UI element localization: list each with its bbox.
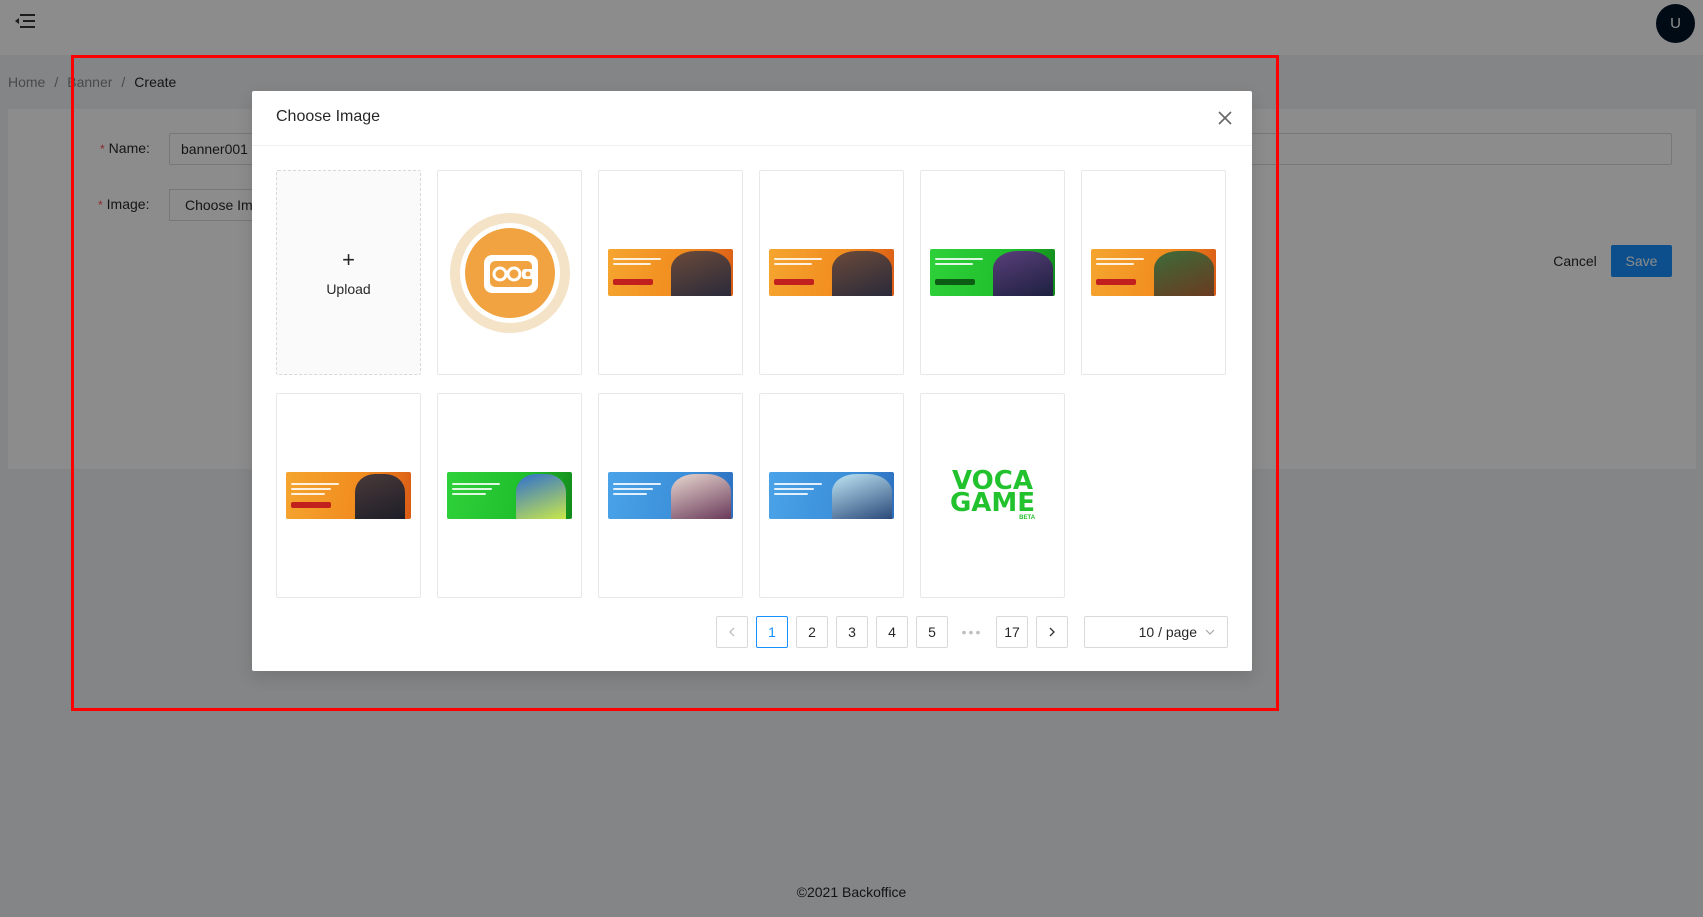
page-4-button[interactable]: 4 xyxy=(876,616,908,648)
modal-header: Choose Image xyxy=(252,91,1252,146)
image-card[interactable] xyxy=(1081,170,1226,375)
voca-game-logo: VOCA GAME BETA xyxy=(949,465,1036,522)
image-card[interactable] xyxy=(759,393,904,598)
choose-image-modal: Choose Image + Upload VOCA GAME BETA 1 2… xyxy=(252,91,1252,671)
banner-thumbnail xyxy=(1091,249,1216,296)
next-page-button[interactable] xyxy=(1036,616,1068,648)
image-card[interactable] xyxy=(598,393,743,598)
page-5-button[interactable]: 5 xyxy=(916,616,948,648)
image-card[interactable] xyxy=(759,170,904,375)
page-1-button[interactable]: 1 xyxy=(756,616,788,648)
image-card[interactable] xyxy=(437,393,582,598)
upload-button[interactable]: + Upload xyxy=(276,170,421,375)
banner-thumbnail xyxy=(769,472,894,519)
plus-icon: + xyxy=(342,246,355,272)
page-size-value: 10 / page xyxy=(1138,624,1197,640)
prev-page-button[interactable] xyxy=(716,616,748,648)
image-card[interactable] xyxy=(920,170,1065,375)
banner-thumbnail xyxy=(769,249,894,296)
upload-label: Upload xyxy=(326,280,371,297)
page-17-button[interactable]: 17 xyxy=(996,616,1028,648)
image-card[interactable] xyxy=(598,170,743,375)
banner-thumbnail xyxy=(447,472,572,519)
image-card[interactable] xyxy=(437,170,582,375)
wallet-logo-icon xyxy=(449,212,570,333)
chevron-left-icon xyxy=(729,627,735,637)
image-card[interactable]: VOCA GAME BETA xyxy=(920,393,1065,598)
pagination: 1 2 3 4 5 ••• 17 10 / page xyxy=(716,616,1228,648)
close-icon[interactable] xyxy=(1214,107,1236,129)
modal-title: Choose Image xyxy=(276,108,381,125)
banner-thumbnail xyxy=(608,472,733,519)
page-size-select[interactable]: 10 / page xyxy=(1084,616,1228,648)
jump-next-button[interactable]: ••• xyxy=(956,616,988,648)
chevron-down-icon xyxy=(1205,629,1215,635)
banner-thumbnail xyxy=(608,249,733,296)
banner-thumbnail xyxy=(930,249,1055,296)
page-3-button[interactable]: 3 xyxy=(836,616,868,648)
chevron-right-icon xyxy=(1049,627,1055,637)
image-card[interactable] xyxy=(276,393,421,598)
banner-thumbnail xyxy=(286,472,411,519)
page-2-button[interactable]: 2 xyxy=(796,616,828,648)
